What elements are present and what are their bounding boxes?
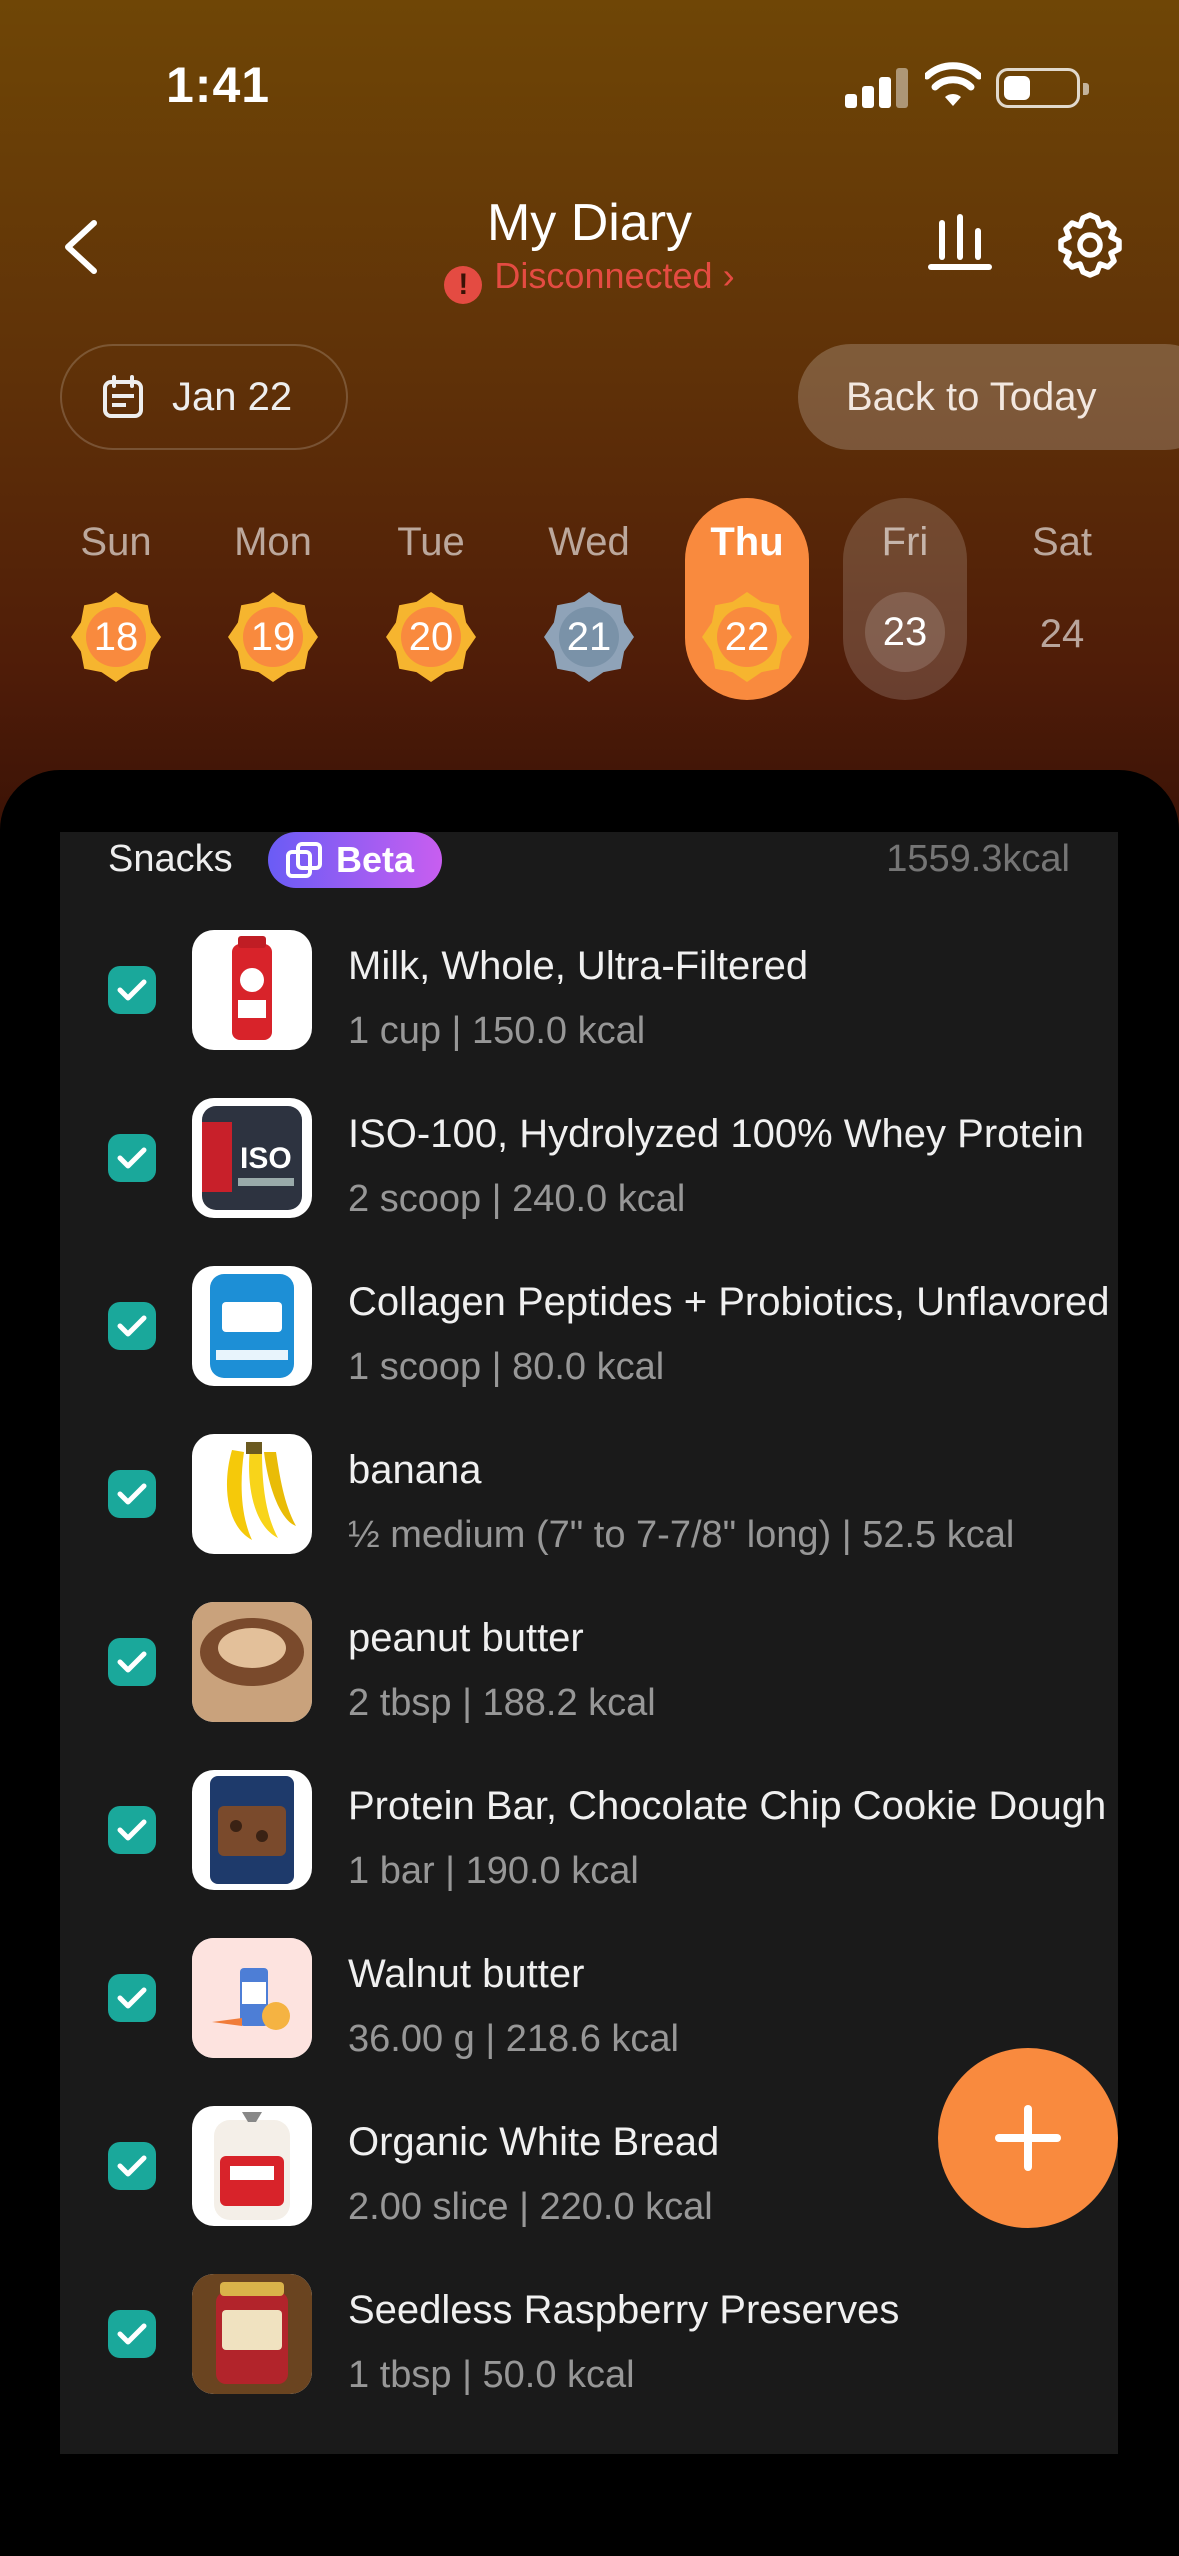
- food-serving-detail: 36.00 g | 218.6 kcal: [348, 2018, 679, 2060]
- alert-icon: !: [444, 266, 483, 304]
- food-serving-detail: 2 tbsp | 188.2 kcal: [348, 1682, 656, 1724]
- food-serving-detail: 1 tbsp | 50.0 kcal: [348, 2354, 635, 2396]
- food-serving-detail: 1 scoop | 80.0 kcal: [348, 1346, 665, 1388]
- food-serving-detail: 1 bar | 190.0 kcal: [348, 1850, 639, 1892]
- beta-badge[interactable]: Beta: [268, 832, 442, 888]
- food-name: banana: [348, 1448, 482, 1492]
- checkbox-checked-icon[interactable]: [108, 1806, 156, 1854]
- food-name: peanut butter: [348, 1616, 584, 1660]
- cellular-signal-icon: [845, 68, 909, 108]
- food-list-item[interactable]: ISO ISO-100, Hydrolyzed 100% Whey Protein…: [60, 1078, 1118, 1246]
- peanut-butter-icon: [192, 1602, 312, 1722]
- food-serving-detail: 2 scoop | 240.0 kcal: [348, 1178, 686, 1220]
- checkbox-checked-icon[interactable]: [108, 966, 156, 1014]
- day-name: Mon: [234, 520, 312, 564]
- status-bar: 1:41: [0, 0, 1179, 170]
- day-thu[interactable]: Thu 22: [685, 498, 809, 700]
- wifi-icon: [925, 62, 981, 106]
- day-date: 24: [1039, 612, 1085, 656]
- day-name: Sun: [80, 520, 152, 564]
- day-name: Sat: [1031, 520, 1093, 564]
- checkbox-checked-icon[interactable]: [108, 1974, 156, 2022]
- battery-icon: [996, 68, 1089, 108]
- date-picker-label: Jan 22: [172, 374, 293, 419]
- protein-tub-icon: ISO: [192, 1098, 312, 1218]
- meal-title: Snacks: [108, 838, 233, 880]
- bread-bag-icon: [192, 2106, 312, 2226]
- day-tue[interactable]: Tue 20: [369, 498, 493, 700]
- beta-label: Beta: [336, 839, 415, 880]
- day-badge-icon: 19: [228, 592, 318, 682]
- meal-card: Snacks Beta 1559.3kcal Milk, Whole, Ultr…: [60, 832, 1118, 2454]
- preserves-jar-icon: [192, 2274, 312, 2394]
- date-picker-button[interactable]: Jan 22: [60, 344, 348, 450]
- food-name: Walnut butter: [348, 1952, 585, 1996]
- milk-carton-icon: [192, 930, 312, 1050]
- food-list-item[interactable]: Collagen Peptides + Probiotics, Unflavor…: [60, 1246, 1118, 1414]
- food-name: Protein Bar, Chocolate Chip Cookie Dough: [348, 1784, 1107, 1828]
- day-date: 19: [250, 615, 296, 659]
- meal-kcal-total: 1559.3kcal: [886, 838, 1070, 880]
- calendar-icon: [103, 375, 143, 418]
- day-date: 22: [724, 615, 770, 659]
- day-wed[interactable]: Wed 21: [527, 498, 651, 700]
- stats-icon[interactable]: [925, 205, 995, 285]
- connection-status-text: Disconnected: [494, 255, 713, 296]
- checkbox-checked-icon[interactable]: [108, 1302, 156, 1350]
- food-list-item[interactable]: Walnut butter 36.00 g | 218.6 kcal: [60, 1918, 1118, 2086]
- day-badge-icon: 20: [386, 592, 476, 682]
- day-date: 21: [566, 615, 612, 659]
- connection-status-link[interactable]: ! Disconnected ›: [0, 255, 1179, 304]
- page-title: My Diary: [486, 194, 693, 252]
- svg-text:ISO: ISO: [240, 1142, 292, 1175]
- status-time: 1:41: [166, 57, 271, 113]
- day-name: Thu: [710, 520, 784, 564]
- day-badge-icon: 22: [702, 592, 792, 682]
- day-date: 18: [93, 615, 139, 659]
- food-list-item[interactable]: banana ½ medium (7" to 7-7/8" long) | 52.…: [60, 1414, 1118, 1582]
- food-list-item[interactable]: peanut butter 2 tbsp | 188.2 kcal: [60, 1582, 1118, 1750]
- add-food-button[interactable]: [938, 2048, 1118, 2228]
- protein-bar-box-icon: [192, 1770, 312, 1890]
- food-list-item[interactable]: Milk, Whole, Ultra-Filtered 1 cup | 150.0…: [60, 910, 1118, 1078]
- banana-icon: [192, 1434, 312, 1554]
- food-list-item[interactable]: Seedless Raspberry Preserves 1 tbsp | 50.…: [60, 2254, 1118, 2422]
- food-name: Milk, Whole, Ultra-Filtered: [348, 944, 809, 988]
- day-name: Wed: [548, 520, 630, 564]
- food-serving-detail: 2.00 slice | 220.0 kcal: [348, 2186, 713, 2228]
- food-serving-detail: 1 cup | 150.0 kcal: [348, 1010, 646, 1052]
- back-to-today-button[interactable]: Back to Today: [798, 344, 1179, 450]
- checkbox-checked-icon[interactable]: [108, 2142, 156, 2190]
- checkbox-checked-icon[interactable]: [108, 1638, 156, 1686]
- day-fri[interactable]: Fri 23: [843, 498, 967, 700]
- day-date: 23: [865, 592, 945, 672]
- day-name: Tue: [397, 520, 465, 564]
- day-badge-icon: 21: [544, 592, 634, 682]
- chevron-right-icon: ›: [712, 255, 735, 296]
- day-badge-icon: 18: [71, 592, 161, 682]
- day-sat[interactable]: Sat 24: [1000, 498, 1124, 700]
- food-name: Organic White Bread: [348, 2120, 720, 2164]
- food-name: ISO-100, Hydrolyzed 100% Whey Protein: [348, 1112, 1084, 1156]
- day-mon[interactable]: Mon 19: [211, 498, 335, 700]
- checkbox-checked-icon[interactable]: [108, 1470, 156, 1518]
- checkbox-checked-icon[interactable]: [108, 1134, 156, 1182]
- food-name: Collagen Peptides + Probiotics, Unflavor…: [348, 1280, 1110, 1324]
- day-date: 20: [408, 615, 454, 659]
- food-list-item[interactable]: Protein Bar, Chocolate Chip Cookie Dough…: [60, 1750, 1118, 1918]
- copy-icon: [286, 842, 322, 878]
- generic-food-icon: [192, 1938, 312, 2058]
- checkbox-checked-icon[interactable]: [108, 2310, 156, 2358]
- collagen-jar-icon: [192, 1266, 312, 1386]
- food-serving-detail: ½ medium (7" to 7-7/8" long) | 52.5 kcal: [348, 1514, 1015, 1556]
- day-sun[interactable]: Sun 18: [54, 498, 178, 700]
- day-name: Fri: [881, 520, 929, 564]
- food-name: Seedless Raspberry Preserves: [348, 2288, 900, 2332]
- settings-gear-icon[interactable]: [1050, 205, 1130, 285]
